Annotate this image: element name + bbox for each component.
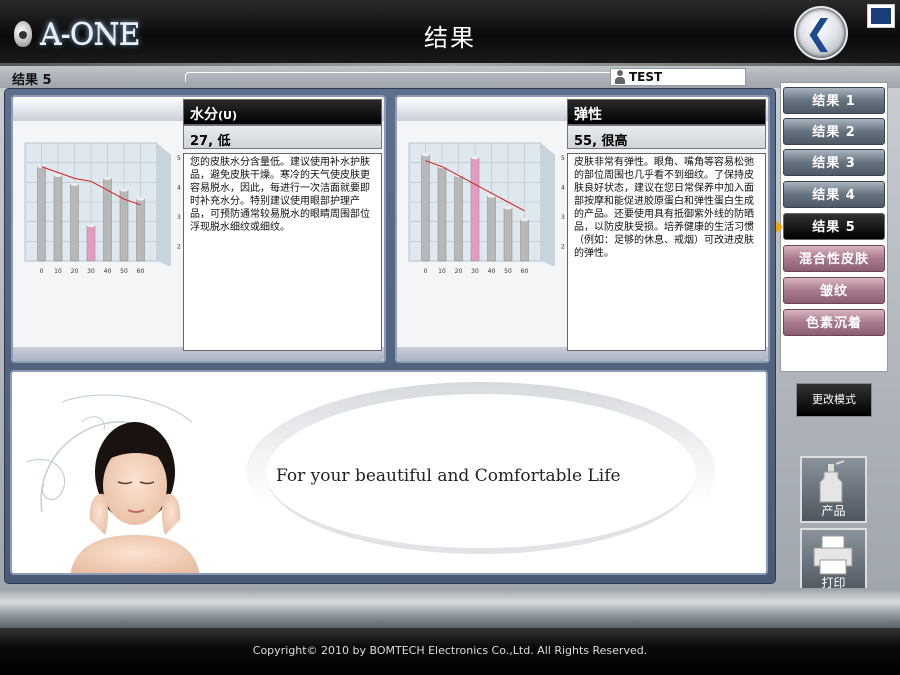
bar bbox=[454, 175, 463, 262]
bar-cap bbox=[87, 224, 95, 228]
elasticity-panel: 0 10 20 30 40 50 60 55 45 35 25 弹性 55, 很高 皮肤非常有弹性。… bbox=[395, 95, 770, 363]
moisture-unit: (U) bbox=[218, 109, 237, 122]
bar bbox=[520, 219, 529, 262]
bar bbox=[503, 207, 513, 262]
bar bbox=[437, 166, 447, 262]
bar bbox=[421, 154, 430, 262]
x-tick-label: 30 bbox=[87, 268, 95, 275]
app-window: A-ONE 结果 ❮ 结果 5 TEST 0 10 20 30 40 50 60 50 40 30… bbox=[0, 0, 900, 675]
bar-cap bbox=[70, 182, 79, 186]
banner-slogan: For your beautiful and Comfortable Life bbox=[276, 466, 621, 486]
nav-result-1[interactable]: 结果 1 bbox=[783, 87, 885, 114]
bar bbox=[103, 178, 112, 262]
elasticity-value: 55, 很高 bbox=[567, 125, 766, 149]
bar-cap bbox=[120, 188, 128, 192]
moisture-title: 水分(U) bbox=[183, 99, 382, 125]
nav-result-5[interactable]: 结果 5 bbox=[776, 213, 885, 240]
copyright-text: Copyright© 2010 by BOMTECH Electronics C… bbox=[252, 644, 648, 657]
elasticity-chart: 0 10 20 30 40 50 60 55 45 35 25 bbox=[408, 142, 565, 275]
bar-cap bbox=[520, 218, 529, 222]
elasticity-description: 皮肤非常有弹性。眼角、嘴角等容易松弛的部位周围也几乎看不到细纹。了保持皮肤良好状… bbox=[567, 153, 766, 351]
page-title: 结果 bbox=[424, 24, 476, 52]
bar bbox=[487, 195, 496, 262]
x-tick-label: 50 bbox=[120, 268, 128, 275]
nav-result-4[interactable]: 结果 4 bbox=[783, 181, 885, 208]
highlight-bar bbox=[86, 225, 96, 262]
product-button[interactable]: 产品 bbox=[800, 456, 867, 523]
side-navigation: 结果 1 结果 2 结果 3 结果 4 结果 5 混合性皮肤 皱纹 色素沉着 bbox=[776, 82, 888, 372]
woman-portrait-image bbox=[70, 422, 200, 573]
minimize-button[interactable] bbox=[867, 4, 895, 28]
x-tick-label: 40 bbox=[488, 268, 496, 275]
moisture-title-text: 水分 bbox=[190, 107, 218, 123]
moisture-chart: 0 10 20 30 40 50 60 50 40 30 20 bbox=[24, 142, 181, 275]
active-indicator-icon bbox=[776, 221, 783, 233]
x-tick-label: 50 bbox=[504, 268, 512, 275]
x-tick-label: 20 bbox=[455, 268, 463, 275]
change-mode-button[interactable]: 更改模式 bbox=[796, 383, 872, 417]
nav-wrinkles[interactable]: 皱纹 bbox=[783, 277, 885, 304]
y-tick-label: 30 bbox=[177, 214, 181, 221]
bar bbox=[119, 189, 129, 262]
moisture-panel: 0 10 20 30 40 50 60 50 40 30 20 水分(U) 27, 低 您的皮肤水分… bbox=[11, 95, 386, 363]
moisture-description: 您的皮肤水分含量低。建议使用补水护肤品，避免皮肤干燥。寒冷的天气使皮肤更容易脱水… bbox=[183, 153, 382, 351]
x-tick-label: 60 bbox=[521, 268, 529, 275]
x-tick-label: 60 bbox=[137, 268, 145, 275]
user-name: TEST bbox=[629, 70, 663, 84]
result-label: 结果 5 bbox=[12, 73, 52, 88]
x-tick-label: 10 bbox=[54, 268, 62, 275]
bar-cap bbox=[103, 176, 112, 180]
banner: For your beautiful and Comfortable Life bbox=[10, 370, 768, 575]
nav-result-2[interactable]: 结果 2 bbox=[783, 118, 885, 145]
x-tick-label: 30 bbox=[471, 268, 479, 275]
bar bbox=[37, 166, 46, 262]
nav-result-5-label: 结果 5 bbox=[812, 220, 856, 235]
y-tick-label: 25 bbox=[561, 243, 565, 250]
y-tick-label: 20 bbox=[177, 243, 181, 250]
highlight-bar bbox=[470, 157, 480, 262]
nav-combination-skin[interactable]: 混合性皮肤 bbox=[783, 245, 885, 272]
nav-result-3[interactable]: 结果 3 bbox=[783, 149, 885, 176]
chart-side-wall bbox=[541, 143, 555, 267]
elasticity-title: 弹性 bbox=[567, 99, 766, 125]
print-button[interactable]: 打印 bbox=[800, 528, 867, 595]
elasticity-title-text: 弹性 bbox=[574, 107, 602, 123]
bar bbox=[136, 198, 145, 262]
footer: Copyright© 2010 by BOMTECH Electronics C… bbox=[0, 628, 900, 675]
user-field: TEST bbox=[610, 68, 746, 86]
x-tick-label: 20 bbox=[71, 268, 79, 275]
x-tick-label: 40 bbox=[104, 268, 112, 275]
x-tick-label: 0 bbox=[424, 268, 428, 275]
nav-pigmentation[interactable]: 色素沉着 bbox=[783, 309, 885, 336]
y-tick-label: 50 bbox=[177, 155, 181, 162]
back-arrow-icon: ❮ bbox=[804, 13, 834, 53]
header-bar: A-ONE 结果 ❮ bbox=[0, 0, 900, 66]
user-icon bbox=[614, 70, 626, 84]
x-tick-label: 0 bbox=[40, 268, 44, 275]
footer-decoration bbox=[0, 588, 900, 628]
product-label: 产品 bbox=[821, 504, 846, 518]
sub-header: 结果 5 bbox=[0, 66, 900, 88]
y-tick-label: 35 bbox=[561, 214, 565, 221]
bar-cap bbox=[136, 197, 145, 201]
x-tick-label: 10 bbox=[438, 268, 446, 275]
y-tick-label: 55 bbox=[561, 155, 565, 162]
product-bottle-icon bbox=[819, 460, 845, 503]
bar-cap bbox=[471, 156, 479, 160]
bar bbox=[70, 184, 79, 262]
bar bbox=[53, 175, 63, 262]
bar-cap bbox=[504, 206, 512, 210]
bar-cap bbox=[421, 153, 430, 157]
moisture-value: 27, 低 bbox=[183, 125, 382, 149]
chart-side-wall bbox=[157, 143, 171, 267]
printer-icon bbox=[813, 535, 853, 575]
y-tick-label: 40 bbox=[177, 184, 181, 191]
y-tick-label: 45 bbox=[561, 184, 565, 191]
bar-cap bbox=[54, 173, 62, 177]
back-button[interactable]: ❮ bbox=[794, 6, 848, 60]
